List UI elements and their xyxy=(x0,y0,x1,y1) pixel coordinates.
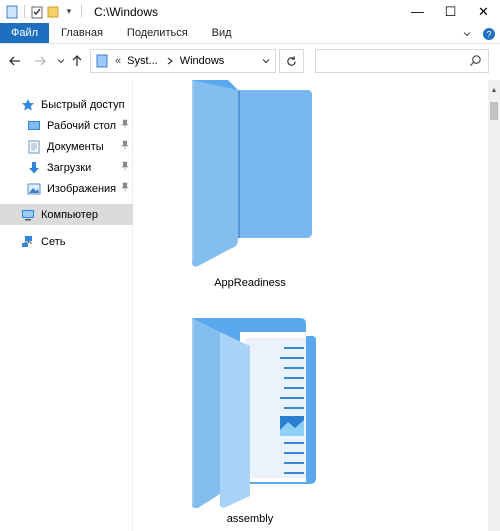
pin-icon[interactable] xyxy=(120,182,130,192)
sidebar-item-label: Изображения xyxy=(47,182,117,195)
window-title: C:\Windows xyxy=(94,4,159,19)
documents-icon xyxy=(26,139,42,155)
sidebar-item-computer[interactable]: Компьютер xyxy=(0,204,133,225)
scrollbar-thumb[interactable] xyxy=(490,102,498,120)
breadcrumb-system[interactable]: Syst... xyxy=(127,55,158,67)
sidebar-item-network[interactable]: Сеть xyxy=(0,231,133,252)
breadcrumb-overflow[interactable]: « xyxy=(115,55,121,67)
customize-qa-icon[interactable]: ▾ xyxy=(61,4,77,20)
window-controls: — ☐ ✕ xyxy=(401,0,500,23)
address-dropdown-icon[interactable] xyxy=(261,56,271,66)
address-folder-icon xyxy=(96,54,108,68)
expand-ribbon-icon[interactable] xyxy=(456,23,478,44)
refresh-button[interactable] xyxy=(279,49,304,73)
minimize-button[interactable]: — xyxy=(401,0,434,23)
tab-share[interactable]: Поделиться xyxy=(115,23,200,43)
search-icon xyxy=(469,55,481,67)
tab-home[interactable]: Главная xyxy=(49,23,115,43)
search-input[interactable] xyxy=(315,49,489,73)
tab-file[interactable]: Файл xyxy=(0,23,50,43)
pin-icon[interactable] xyxy=(120,119,130,129)
back-arrow-icon[interactable] xyxy=(6,52,24,70)
sidebar-item-label: Быстрый доступ xyxy=(41,98,125,111)
sidebar-item-documents[interactable]: Документы xyxy=(0,136,133,157)
sidebar-item-label: Сеть xyxy=(41,235,66,248)
folder-icon xyxy=(192,80,312,267)
scroll-up-icon[interactable]: ▲ xyxy=(488,84,500,96)
vertical-scrollbar[interactable]: ▲ xyxy=(488,80,500,531)
folder-label: AppReadiness xyxy=(214,277,286,289)
file-list: AppReadiness assembly xyxy=(134,80,488,531)
network-icon xyxy=(20,234,36,250)
sidebar-item-label: Компьютер xyxy=(41,208,98,221)
pin-icon[interactable] xyxy=(120,161,130,171)
sidebar-item-desktop[interactable]: Рабочий стол xyxy=(0,115,133,136)
sidebar-item-label: Загрузки xyxy=(47,161,92,174)
close-button[interactable]: ✕ xyxy=(467,0,500,23)
pictures-icon xyxy=(26,181,42,197)
folder-item[interactable]: assembly xyxy=(180,318,320,531)
new-folder-icon[interactable] xyxy=(45,4,61,20)
navigation-bar: « Syst... Windows xyxy=(0,44,500,80)
navigation-pane: Быстрый доступ Рабочий стол Документы За… xyxy=(0,80,133,531)
maximize-button[interactable]: ☐ xyxy=(434,0,467,23)
ribbon-tabs: Файл Главная Поделиться Вид ? xyxy=(0,23,500,44)
star-icon xyxy=(20,97,36,113)
computer-icon xyxy=(20,207,36,223)
up-arrow-icon[interactable] xyxy=(68,52,86,70)
folder-label: assembly xyxy=(226,513,274,525)
folder-item[interactable]: AppReadiness xyxy=(180,80,320,300)
divider xyxy=(81,5,82,18)
quick-access-toolbar: ▾ xyxy=(0,0,86,23)
forward-arrow-icon[interactable] xyxy=(31,52,49,70)
refresh-icon xyxy=(287,55,296,66)
sidebar-item-pictures[interactable]: Изображения xyxy=(0,178,133,199)
help-icon[interactable]: ? xyxy=(478,23,500,44)
window-folder-icon xyxy=(4,4,20,20)
chevron-right-icon[interactable] xyxy=(166,57,174,65)
divider xyxy=(24,5,25,18)
tab-view[interactable]: Вид xyxy=(200,23,244,43)
svg-text:?: ? xyxy=(486,29,491,39)
sidebar-item-quick-access[interactable]: Быстрый доступ xyxy=(0,94,133,115)
breadcrumb-windows[interactable]: Windows xyxy=(180,55,225,67)
properties-icon[interactable] xyxy=(29,4,45,20)
pin-icon[interactable] xyxy=(120,140,130,150)
folder-with-files-icon xyxy=(192,318,316,508)
sidebar-item-downloads[interactable]: Загрузки xyxy=(0,157,133,178)
downloads-icon xyxy=(26,160,42,176)
address-bar[interactable]: « Syst... Windows xyxy=(90,49,276,73)
sidebar-item-label: Рабочий стол xyxy=(47,119,117,132)
title-bar: ▾ C:\Windows — ☐ ✕ xyxy=(0,0,500,23)
sidebar-item-label: Документы xyxy=(47,140,104,153)
desktop-icon xyxy=(26,118,42,134)
